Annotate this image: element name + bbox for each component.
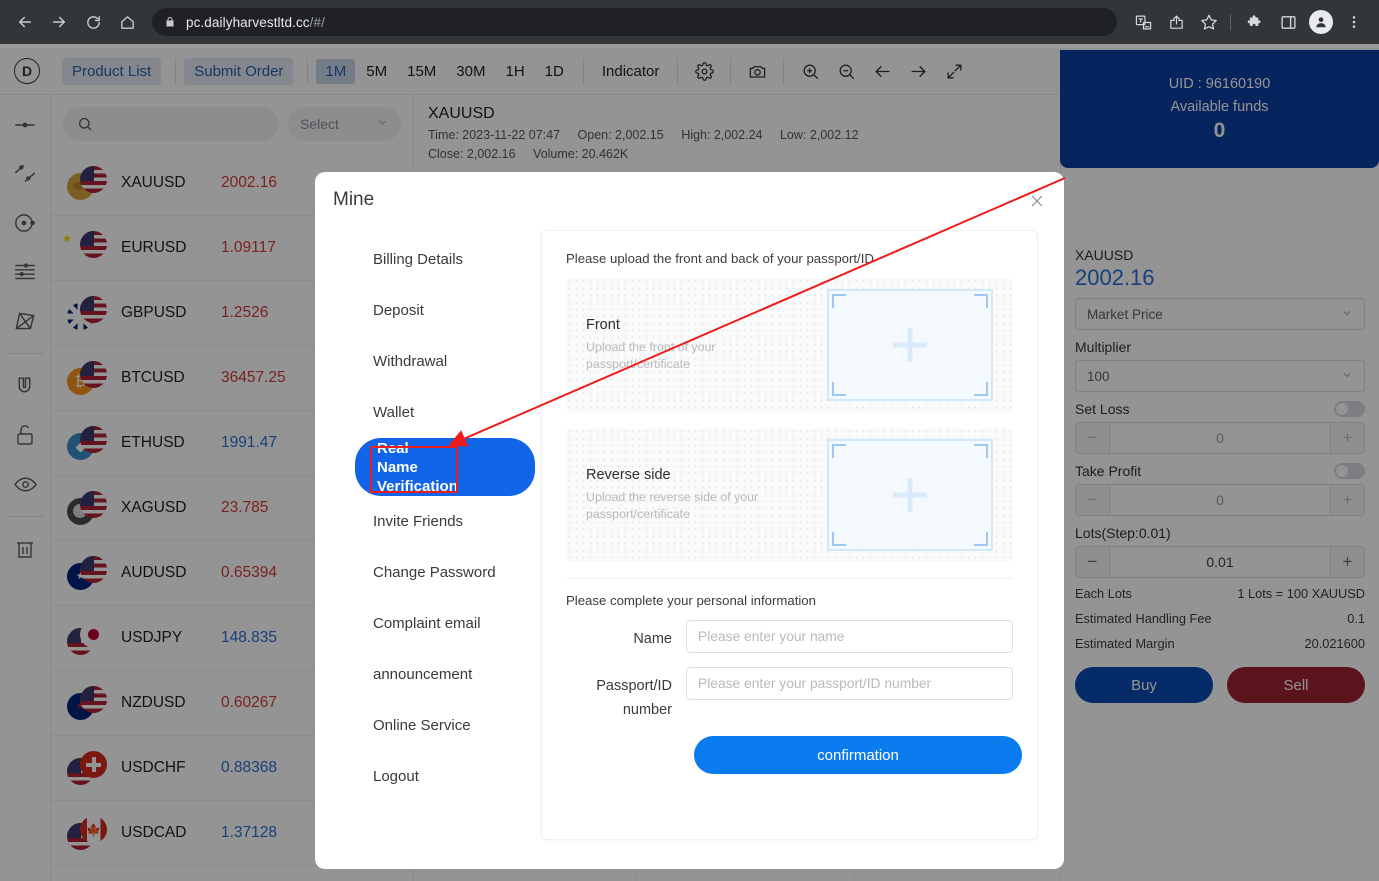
lock-icon	[164, 16, 176, 28]
modal-nav-item-billing-details[interactable]: Billing Details	[355, 234, 545, 285]
passport-field-row: Passport/ID number Please enter your pas…	[566, 667, 1013, 722]
section-divider	[566, 578, 1013, 579]
upload-front-title: Front	[586, 317, 620, 333]
name-placeholder: Please enter your name	[698, 629, 845, 644]
upload-reverse-box[interactable]: Reverse side Upload the reverse side of …	[566, 428, 1013, 562]
modal-nav-item-change-password[interactable]: Change Password	[355, 547, 545, 598]
upload-section-title: Please upload the front and back of your…	[566, 251, 874, 266]
modal-nav-item-invite-friends[interactable]: Invite Friends	[355, 496, 545, 547]
translate-icon[interactable]	[1128, 7, 1158, 37]
name-field-row: Name Please enter your name	[566, 620, 1013, 653]
modal-nav-item-label: Withdrawal	[373, 353, 448, 370]
plus-icon	[907, 478, 913, 512]
modal-nav-item-announcement[interactable]: announcement	[355, 649, 545, 700]
puzzle-icon[interactable]	[1240, 7, 1270, 37]
modal-nav-item-withdrawal[interactable]: Withdrawal	[355, 336, 545, 387]
modal-nav-item-complaint-email[interactable]: Complaint email	[355, 598, 545, 649]
upload-front-dropzone[interactable]	[827, 289, 993, 401]
corner-bracket-icon	[974, 532, 988, 546]
modal-nav-item-label: Invite Friends	[373, 513, 464, 530]
modal-nav: Billing Details Deposit Withdrawal Wallet Re…	[355, 234, 545, 802]
confirmation-button[interactable]: confirmation	[694, 736, 1022, 774]
modal-nav-item-label: Billing Details	[373, 251, 464, 268]
upload-reverse-texts: Reverse side Upload the reverse side of …	[586, 467, 816, 523]
plus-icon	[907, 328, 913, 362]
modal-nav-item-online-service[interactable]: Online Service	[355, 700, 545, 751]
name-input[interactable]: Please enter your name	[686, 620, 1013, 653]
modal-nav-item-label: Deposit	[373, 302, 424, 319]
modal-nav-item-logout[interactable]: Logout	[355, 751, 545, 802]
side-panel-icon[interactable]	[1273, 7, 1303, 37]
upload-front-box[interactable]: Front Upload the front of your passport/…	[566, 278, 1013, 412]
corner-bracket-icon	[974, 444, 988, 458]
reload-icon[interactable]	[78, 7, 108, 37]
passport-input[interactable]: Please enter your passport/ID number	[686, 667, 1013, 700]
corner-bracket-icon	[832, 444, 846, 458]
corner-bracket-icon	[974, 294, 988, 308]
back-arrow-icon[interactable]	[10, 7, 40, 37]
modal-nav-item-label: Complaint email	[373, 615, 481, 632]
modal-nav-item-label: Wallet	[373, 404, 415, 421]
close-icon[interactable]	[1028, 192, 1046, 210]
personal-section-title: Please complete your personal informatio…	[566, 593, 816, 608]
modal-title: Mine	[333, 189, 375, 210]
annotation-highlight-box	[370, 446, 458, 493]
share-icon[interactable]	[1161, 7, 1191, 37]
upload-reverse-subtitle: Upload the reverse side of your passport…	[586, 490, 759, 521]
address-bar[interactable]: pc.dailyharvestltd.cc/#/	[152, 8, 1117, 36]
upload-front-texts: Front Upload the front of your passport/…	[586, 317, 816, 373]
corner-bracket-icon	[974, 382, 988, 396]
real-name-verification-panel: Please upload the front and back of your…	[541, 230, 1038, 840]
modal-nav-item-deposit[interactable]: Deposit	[355, 285, 545, 336]
home-icon[interactable]	[112, 7, 142, 37]
mine-modal: Mine Billing Details Deposit Withdrawal Wal…	[315, 172, 1064, 869]
browser-toolbar: pc.dailyharvestltd.cc/#/	[0, 0, 1379, 44]
url-text: pc.dailyharvestltd.cc/#/	[186, 14, 325, 30]
avatar	[1309, 10, 1333, 34]
upload-reverse-dropzone[interactable]	[827, 439, 993, 551]
forward-arrow-icon[interactable]	[44, 7, 74, 37]
toolbar-divider	[1230, 14, 1231, 30]
corner-bracket-icon	[832, 382, 846, 396]
modal-nav-item-label: Online Service	[373, 717, 471, 734]
modal-nav-item-label: Logout	[373, 768, 419, 785]
three-dot-menu-icon[interactable]	[1339, 7, 1369, 37]
star-icon[interactable]	[1194, 7, 1224, 37]
modal-nav-item-label: announcement	[373, 666, 473, 683]
browser-action-icons	[1125, 7, 1369, 37]
profile-avatar-icon[interactable]	[1306, 7, 1336, 37]
passport-placeholder: Please enter your passport/ID number	[698, 676, 932, 691]
upload-reverse-title: Reverse side	[586, 467, 671, 483]
modal-nav-item-label: Change Password	[373, 564, 496, 581]
passport-label: Passport/ID number	[596, 678, 672, 718]
name-label: Name	[633, 631, 672, 647]
corner-bracket-icon	[832, 294, 846, 308]
corner-bracket-icon	[832, 532, 846, 546]
modal-nav-item-wallet[interactable]: Wallet	[355, 387, 545, 438]
upload-front-subtitle: Upload the front of your passport/certif…	[586, 340, 716, 371]
